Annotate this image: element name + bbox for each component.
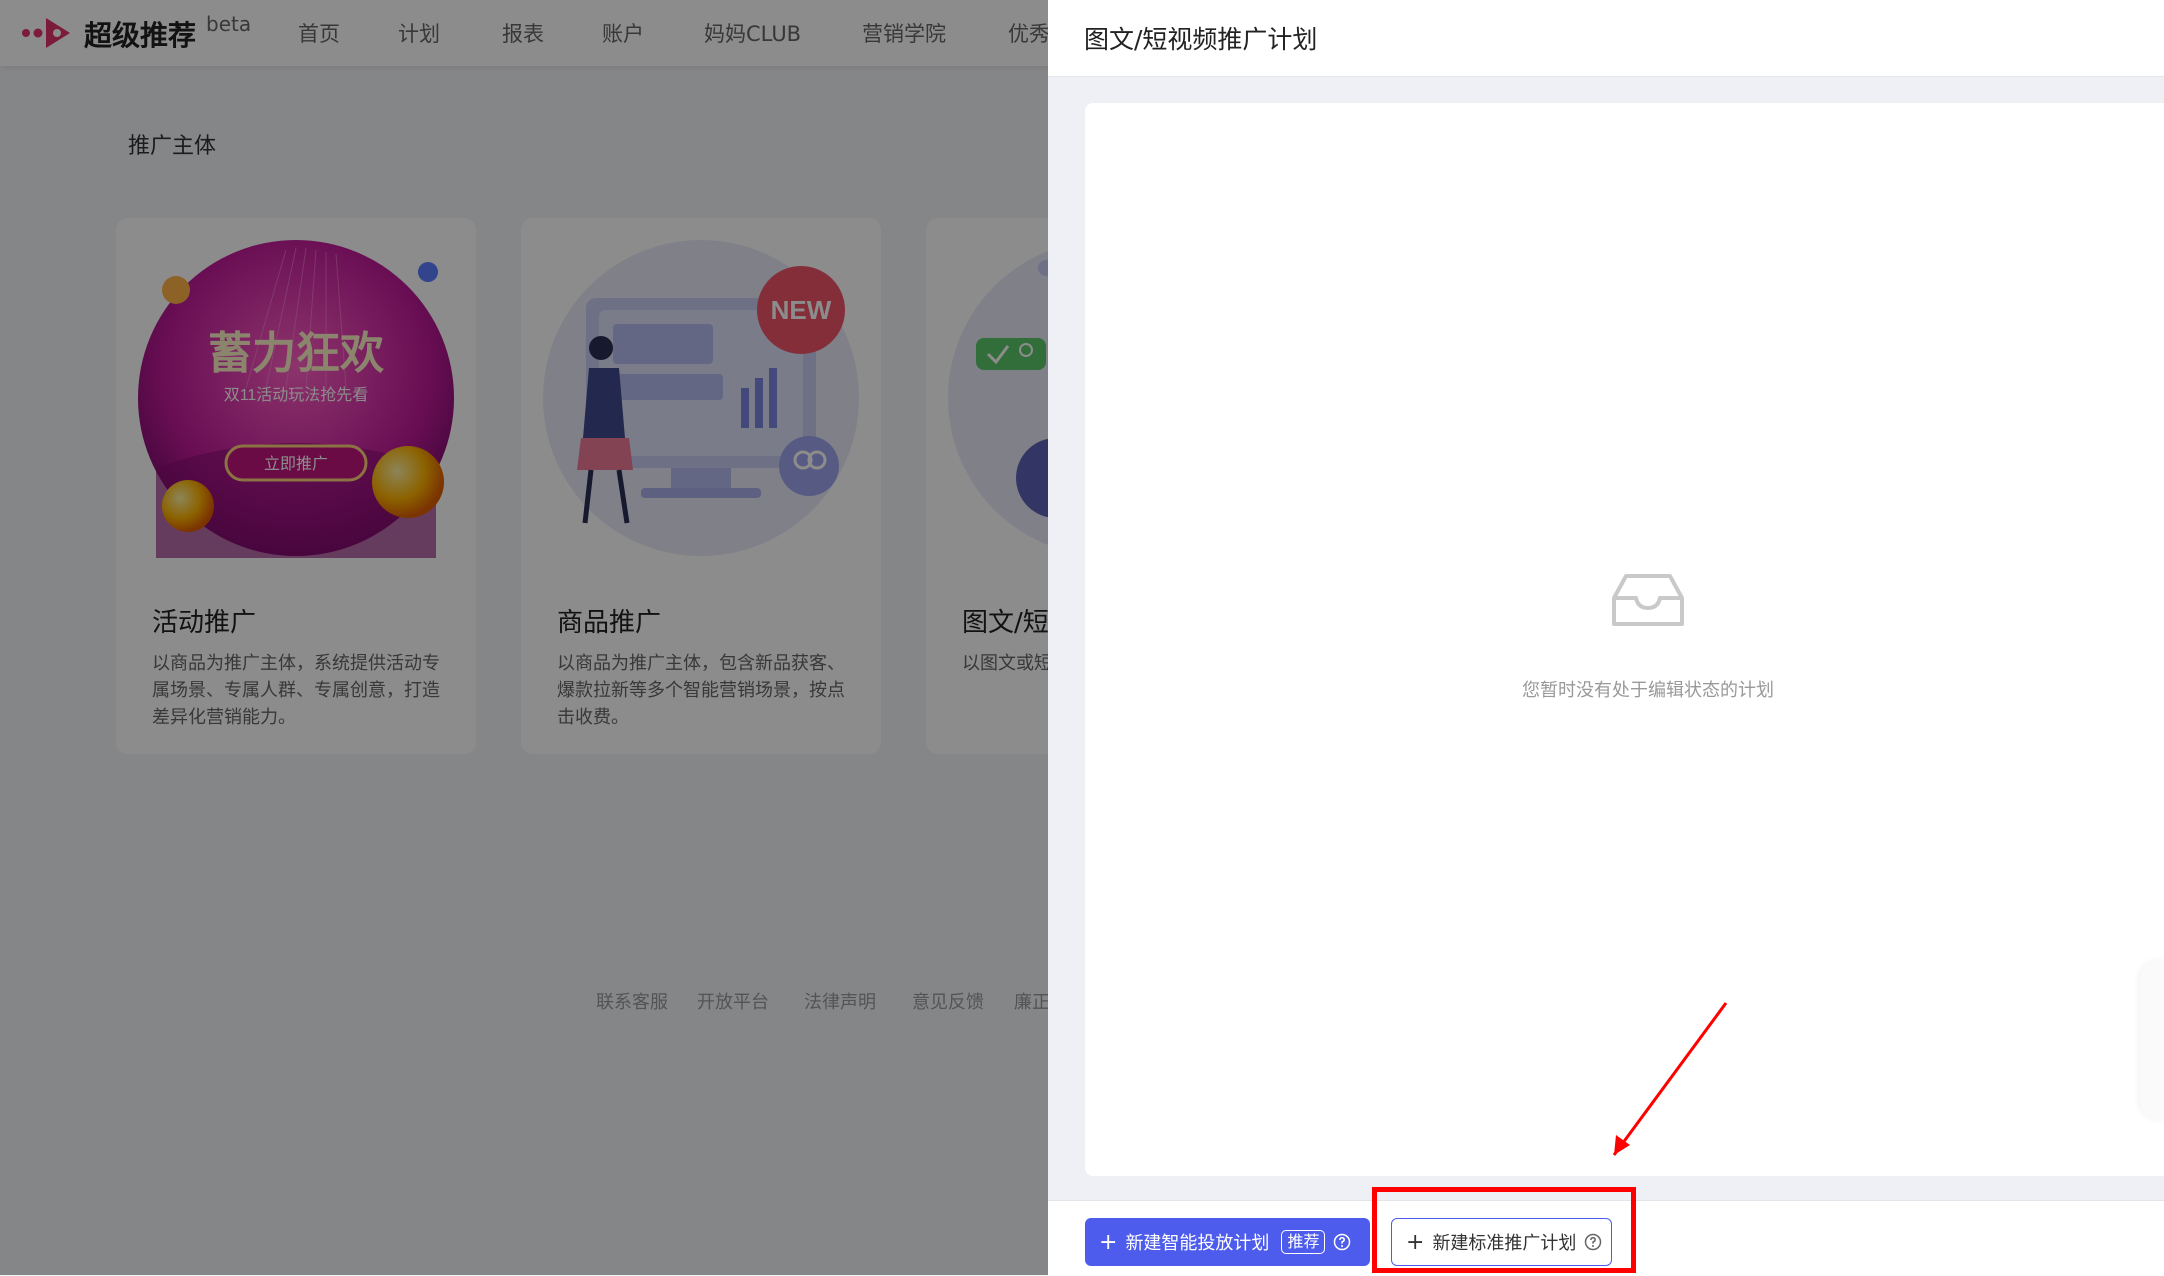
help-icon[interactable] bbox=[1333, 1233, 1351, 1251]
recommend-badge: 推荐 bbox=[1281, 1230, 1326, 1254]
empty-inbox-icon bbox=[1612, 574, 1684, 626]
plus-icon: + bbox=[1099, 1229, 1118, 1255]
side-handle[interactable] bbox=[2140, 960, 2164, 1120]
drawer-header: 图文/短视频推广计划 bbox=[1048, 0, 2164, 77]
modal-backdrop[interactable] bbox=[0, 0, 1048, 1275]
new-smart-plan-label: 新建智能投放计划 bbox=[1125, 1233, 1270, 1254]
drawer-title: 图文/短视频推广计划 bbox=[1084, 25, 1318, 54]
annotation-highlight-box bbox=[1372, 1187, 1636, 1273]
new-smart-plan-button[interactable]: + 新建智能投放计划 推荐 bbox=[1085, 1218, 1370, 1266]
empty-state-text: 您暂时没有处于编辑状态的计划 bbox=[1522, 680, 1774, 701]
annotation-arrow bbox=[1612, 1002, 1728, 1156]
